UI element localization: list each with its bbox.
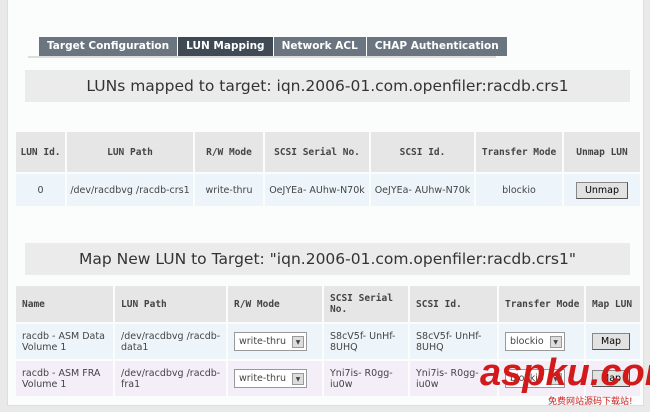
col-scsi-serial: SCSI Serial No. bbox=[324, 286, 408, 322]
dropdown-arrow-icon: ▼ bbox=[549, 335, 562, 348]
tab-network-acl[interactable]: Network ACL bbox=[273, 37, 366, 56]
rw-mode-select[interactable]: write-thru ▼ bbox=[234, 369, 307, 388]
table-row: 0 /dev/racdbvg /racdb-crs1 write-thru Oe… bbox=[16, 174, 640, 206]
col-lun-id: LUN Id. bbox=[16, 132, 65, 172]
col-scsi-id: SCSI Id. bbox=[371, 132, 474, 172]
scsi-id: OeJYEa- AUhw-N70k bbox=[371, 174, 474, 206]
dropdown-arrow-icon: ▼ bbox=[292, 372, 304, 385]
lun-path: /dev/racdbvg /racdb-data1 bbox=[115, 324, 226, 359]
map-cell: Map bbox=[586, 324, 640, 359]
map-button[interactable]: Map bbox=[592, 333, 631, 350]
tab-lun-mapping[interactable]: LUN Mapping bbox=[178, 37, 273, 56]
lun-name: racdb - ASM Data Volume 1 bbox=[16, 324, 113, 359]
map-cell: Map bbox=[586, 361, 640, 396]
transfer-mode-value: blockio bbox=[510, 336, 544, 347]
transfer-mode-select[interactable]: blockio ▼ bbox=[505, 332, 565, 351]
unmap-button[interactable]: Unmap bbox=[575, 181, 629, 199]
lun-path: /dev/racdbvg /racdb-crs1 bbox=[67, 174, 193, 206]
scsi-serial: OeJYEa- AUhw-N70k bbox=[265, 174, 369, 206]
rw-mode-cell: write-thru ▼ bbox=[228, 361, 322, 396]
table-header-row: LUN Id. LUN Path R/W Mode SCSI Serial No… bbox=[16, 132, 640, 172]
unmap-cell: Unmap bbox=[564, 174, 640, 206]
transfer-mode-value: blockio bbox=[510, 373, 544, 384]
transfer-mode-select[interactable]: blockio ▼ bbox=[505, 369, 565, 388]
scsi-serial: Yni7is- R0gg-iu0w bbox=[324, 361, 408, 396]
table-row: racdb - ASM Data Volume 1 /dev/racdbvg /… bbox=[16, 324, 640, 359]
rw-mode-cell: write-thru ▼ bbox=[228, 324, 322, 359]
rw-mode-value: write-thru bbox=[239, 336, 286, 347]
lun-id: 0 bbox=[16, 174, 65, 206]
rw-mode-value: write-thru bbox=[239, 373, 286, 384]
mapped-luns-table: LUN Id. LUN Path R/W Mode SCSI Serial No… bbox=[14, 130, 642, 208]
scsi-id: Yni7is- R0gg-iu0w bbox=[410, 361, 497, 396]
col-unmap: Unmap LUN bbox=[564, 132, 640, 172]
col-transfer-mode: Transfer Mode bbox=[476, 132, 562, 172]
col-name: Name bbox=[16, 286, 113, 322]
col-rw-mode: R/W Mode bbox=[228, 286, 322, 322]
rw-mode-select[interactable]: write-thru ▼ bbox=[234, 332, 307, 351]
col-transfer-mode: Transfer Mode bbox=[499, 286, 584, 322]
transfer-mode: blockio bbox=[476, 174, 562, 206]
tab-target-configuration[interactable]: Target Configuration bbox=[39, 37, 178, 56]
transfer-cell: blockio ▼ bbox=[499, 361, 584, 396]
scsi-serial: S8cV5f- UnHf-8UHQ bbox=[324, 324, 408, 359]
col-lun-path: LUN Path bbox=[115, 286, 226, 322]
tab-divider bbox=[28, 56, 496, 58]
rw-mode: write-thru bbox=[195, 174, 263, 206]
tab-bar: Target Configuration LUN Mapping Network… bbox=[39, 37, 508, 56]
map-button[interactable]: Map bbox=[592, 370, 631, 387]
lun-path: /dev/racdbvg /racdb-fra1 bbox=[115, 361, 226, 396]
table-header-row: Name LUN Path R/W Mode SCSI Serial No. S… bbox=[16, 286, 640, 322]
mapped-luns-title: LUNs mapped to target: iqn.2006-01.com.o… bbox=[25, 70, 630, 102]
map-new-lun-title: Map New LUN to Target: "iqn.2006-01.com.… bbox=[25, 243, 630, 275]
map-new-lun-table: Name LUN Path R/W Mode SCSI Serial No. S… bbox=[14, 284, 642, 398]
transfer-cell: blockio ▼ bbox=[499, 324, 584, 359]
lun-name: racdb - ASM FRA Volume 1 bbox=[16, 361, 113, 396]
dropdown-arrow-icon: ▼ bbox=[292, 335, 304, 348]
col-map: Map LUN bbox=[586, 286, 640, 322]
table-row: racdb - ASM FRA Volume 1 /dev/racdbvg /r… bbox=[16, 361, 640, 396]
dropdown-arrow-icon: ▼ bbox=[549, 372, 562, 385]
col-scsi-id: SCSI Id. bbox=[410, 286, 497, 322]
scsi-id: S8cV5f- UnHf-8UHQ bbox=[410, 324, 497, 359]
col-rw-mode: R/W Mode bbox=[195, 132, 263, 172]
tab-chap-authentication[interactable]: CHAP Authentication bbox=[366, 37, 507, 56]
col-scsi-serial: SCSI Serial No. bbox=[265, 132, 369, 172]
col-lun-path: LUN Path bbox=[67, 132, 193, 172]
